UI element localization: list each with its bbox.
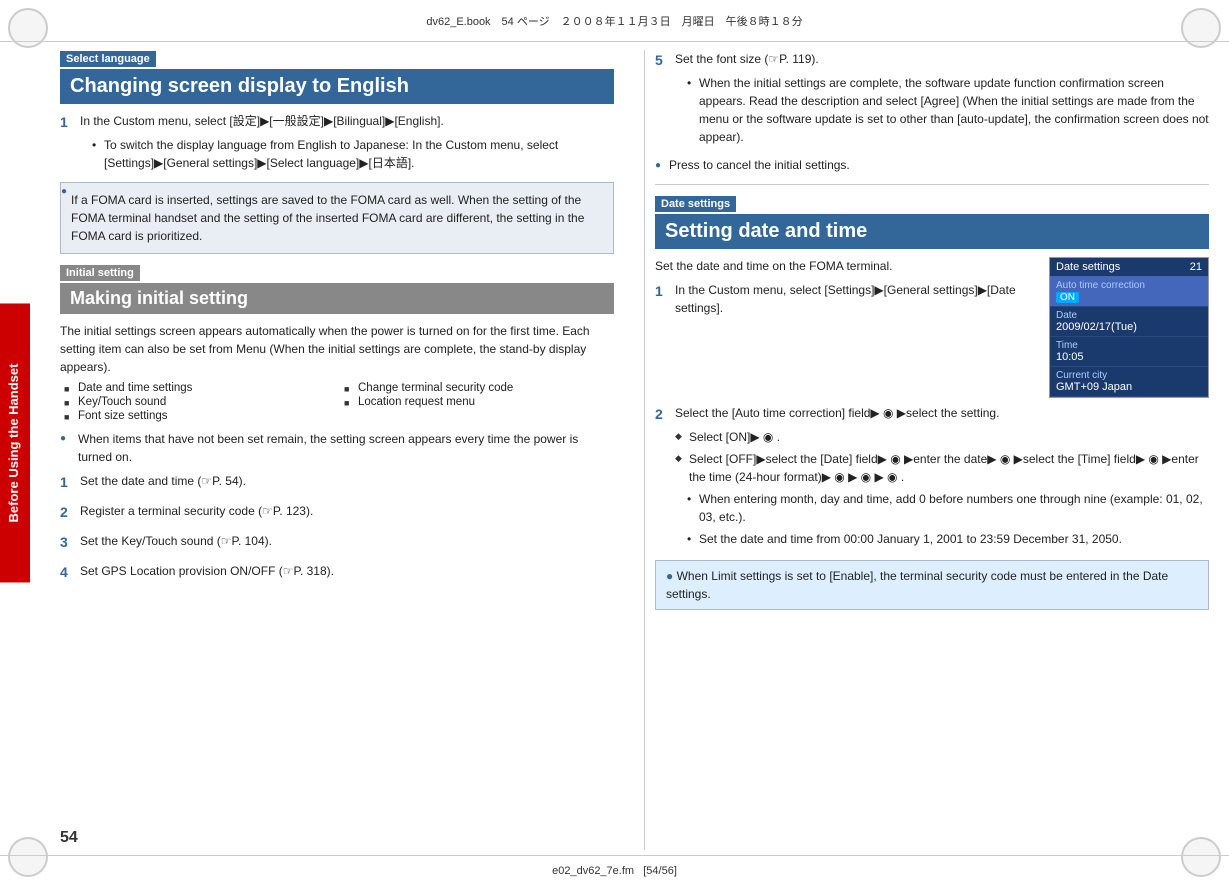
step-1-bullet: To switch the display language from Engl… [92,136,614,172]
header-bar: dv62_E.book 54 ページ ２００８年１１月３日 月曜日 午後８時１８… [0,0,1229,42]
initial-step-2-text: Register a terminal security code (☞P. 1… [80,502,313,520]
press-note: Press to cancel the initial settings. [655,156,1209,174]
divider [655,184,1209,185]
screenshot-label-0: Auto time correction [1056,280,1202,291]
section-date-settings: Date settings Setting date and time Set … [655,195,1209,610]
step-num-5: 5 [655,50,669,150]
diamond-0: Select [ON]▶ ◉ . [675,428,1209,446]
sq-item-2: Key/Touch sound [64,396,334,408]
footer-left: e02_dv62_7e.fm [552,865,634,877]
date-settings-heading: Setting date and time [655,214,1209,249]
date-step-1: 1 In the Custom menu, select [Settings]▶… [655,281,1031,323]
left-column: Select language Changing screen display … [60,50,624,850]
footer-right: [54/56] [643,865,677,877]
right-column: 5 Set the font size (☞P. 119). When the … [644,50,1209,850]
step-1-text: In the Custom menu, select [設定]▶[一般設定]▶[… [80,112,614,130]
step-1-content: In the Custom menu, select [設定]▶[一般設定]▶[… [80,112,614,176]
step-5-text: Set the font size (☞P. 119). [675,50,1209,68]
step-num-1: 1 [60,112,74,176]
sq-item-1: Change terminal security code [344,382,614,394]
section-select-language: Select language Changing screen display … [60,50,614,254]
initial-step-num-3: 3 [60,532,74,556]
date-step-2-text: Select the [Auto time correction] field▶… [675,404,1209,422]
screenshot-value-2: 10:05 [1056,351,1202,363]
select-language-label: Select language [60,51,156,67]
initial-setting-intro: The initial settings screen appears auto… [60,322,614,376]
initial-step-2: 2 Register a terminal security code (☞P.… [60,502,614,526]
step-5-bullet: When the initial settings are complete, … [687,74,1209,146]
sidebar-label: Before Using the Handset [0,303,30,582]
date-step-1-text: In the Custom menu, select [Settings]▶[G… [675,281,1031,317]
initial-setting-label: Initial setting [60,265,140,281]
initial-setting-heading: Making initial setting [60,283,614,314]
screenshot-row-2: Time 10:05 [1050,337,1208,367]
date-settings-left-area: Set the date and time on the FOMA termin… [655,257,1031,329]
date-step-2: 2 Select the [Auto time correction] fiel… [655,404,1209,552]
screenshot-num: 21 [1190,261,1202,273]
section-initial-setting: Initial setting Making initial setting T… [60,264,614,586]
sq-item-0: Date and time settings [64,382,334,394]
initial-step-1: 1 Set the date and time (☞P. 54). [60,472,614,496]
initial-step-3-text: Set the Key/Touch sound (☞P. 104). [80,532,272,550]
initial-step-4: 4 Set GPS Location provision ON/OFF (☞P.… [60,562,614,586]
sq-item-4: Font size settings [64,410,334,422]
initial-step-4-text: Set GPS Location provision ON/OFF (☞P. 3… [80,562,334,580]
initial-step-num-4: 4 [60,562,74,586]
screenshot-title: Date settings [1056,261,1120,273]
date-settings-intro: Set the date and time on the FOMA termin… [655,257,1031,275]
footer-bar: e02_dv62_7e.fm [54/56] [0,855,1229,885]
screenshot-row-3: Current city GMT+09 Japan [1050,367,1208,397]
initial-step-1-text: Set the date and time (☞P. 54). [80,472,246,490]
initial-step-num-2: 2 [60,502,74,526]
date-settings-label: Date settings [655,196,736,212]
sq-item-3: Location request menu [344,396,614,408]
info-box-foma: If a FOMA card is inserted, settings are… [60,182,614,254]
screenshot-value-3: GMT+09 Japan [1056,381,1202,393]
main-content: Select language Changing screen display … [60,50,1209,850]
diamond-1: Select [OFF]▶select the [Date] field▶ ◉ … [675,450,1209,486]
initial-step-3: 3 Set the Key/Touch sound (☞P. 104). [60,532,614,556]
date-settings-intro-area: Set the date and time on the FOMA termin… [655,257,1209,404]
screenshot-label-2: Time [1056,340,1202,351]
initial-step-num-1: 1 [60,472,74,496]
on-badge: ON [1056,292,1079,303]
screenshot-row-0: Auto time correction ON [1050,277,1208,307]
initial-setting-sq-list: Date and time settings Change terminal s… [64,382,614,422]
date-step-2-bullet-1: Set the date and time from 00:00 January… [687,530,1209,548]
screenshot-row-1: Date 2009/02/17(Tue) [1050,307,1208,337]
date-step-num-2: 2 [655,404,669,552]
screenshot-label-3: Current city [1056,370,1202,381]
date-step-num-1: 1 [655,281,669,323]
date-settings-screenshot: Date settings 21 Auto time correction ON… [1049,257,1209,398]
header-text: dv62_E.book 54 ページ ２００８年１１月３日 月曜日 午後８時１８… [426,13,802,29]
step-1-select-language: 1 In the Custom menu, select [設定]▶[一般設定]… [60,112,614,176]
screenshot-value-1: 2009/02/17(Tue) [1056,321,1202,333]
screenshot-label-1: Date [1056,310,1202,321]
step-5: 5 Set the font size (☞P. 119). When the … [655,50,1209,150]
screenshot-header: Date settings 21 [1050,258,1208,277]
bottom-note-box: When Limit settings is set to [Enable], … [655,560,1209,610]
screenshot-value-0: ON [1056,291,1202,303]
date-step-2-bullet-0: When entering month, day and time, add 0… [687,490,1209,526]
select-language-heading: Changing screen display to English [60,69,614,104]
step-5-content: Set the font size (☞P. 119). When the in… [675,50,1209,150]
date-step-2-content: Select the [Auto time correction] field▶… [675,404,1209,552]
when-note: When items that have not been set remain… [60,430,614,466]
